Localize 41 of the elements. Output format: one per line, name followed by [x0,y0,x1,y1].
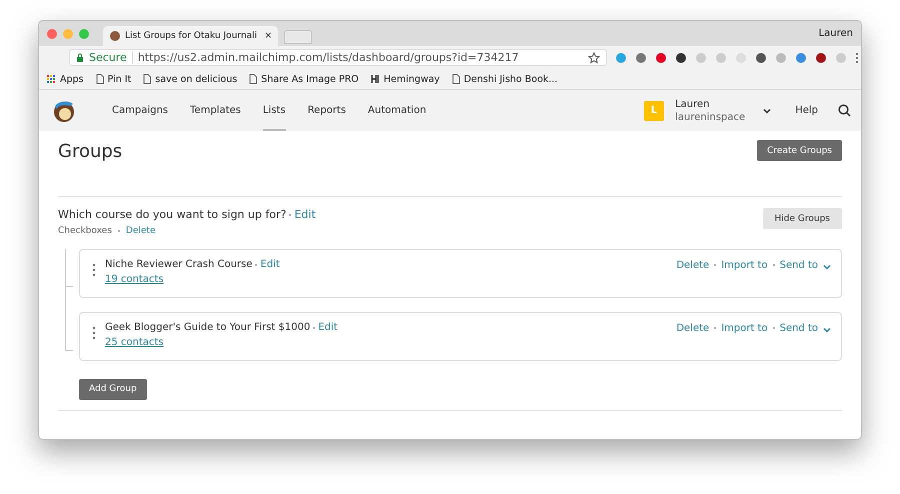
add-group-button[interactable]: Add Group [79,378,147,400]
bookmark[interactable]: Pin It [96,74,132,84]
group-action-link[interactable]: Send to [780,260,818,270]
group-action-link[interactable]: Delete [676,260,710,270]
delete-link[interactable]: Delete [126,226,156,236]
secure-label: Secure [89,51,133,64]
category-type: Checkboxes [58,226,112,236]
close-tab-button[interactable]: × [264,31,272,41]
edit-link[interactable]: Edit [294,208,316,221]
user-handle: laureninspace [675,110,746,124]
user-name: Lauren [675,98,711,110]
group-action-link[interactable]: Send to [780,322,818,334]
group-action-link[interactable]: Delete [676,322,710,334]
nav-tab[interactable]: Automation [368,90,426,131]
nav-tab[interactable]: Lists [262,90,286,131]
group-action-link[interactable]: Import to [721,322,768,334]
browser-tab[interactable]: List Groups for Otaku Journali × [103,26,278,46]
bookmark[interactable]: Share As Image PRO [249,74,359,84]
profile-name[interactable]: Lauren [818,28,861,39]
group-name: Geek Blogger's Guide to Your First $1000 [105,322,310,333]
contacts-link[interactable]: 19 contacts [105,274,280,285]
group-action-link[interactable]: Import to [721,260,768,270]
group-category-question: Which course do you want to sign up for? [58,208,286,221]
group-name: Niche Reviewer Crash Course [105,259,252,270]
nav-tab[interactable]: Reports [308,90,346,131]
contacts-link[interactable]: 25 contacts [105,337,338,348]
page-title: Groups [58,141,122,162]
create-groups-button[interactable]: Create Groups [757,140,842,161]
tab-title: List Groups for Otaku Journali [125,31,258,41]
url-text: https://us2.admin.mailchimp.com/lists/dashboard/groups?id=734217 [138,51,519,64]
bookmark[interactable]: Apps [47,74,84,84]
address-bar[interactable]: Secure https://us2.admin.mailchimp.com/lists/dashboard/groups?id=734217 [69,49,607,66]
edit-link[interactable]: Edit [260,259,280,270]
edit-link[interactable]: Edit [318,322,338,333]
hide-groups-button[interactable]: Hide Groups [762,208,842,229]
nav-tab[interactable]: Templates [190,90,241,131]
bookmark[interactable]: Denshi Jisho Book... [452,74,558,84]
help-link[interactable]: Help [795,105,818,116]
bookmark[interactable]: save on delicious [143,74,238,84]
bookmark[interactable]: Hemingway [370,74,440,84]
nav-tab[interactable]: Campaigns [112,90,168,131]
